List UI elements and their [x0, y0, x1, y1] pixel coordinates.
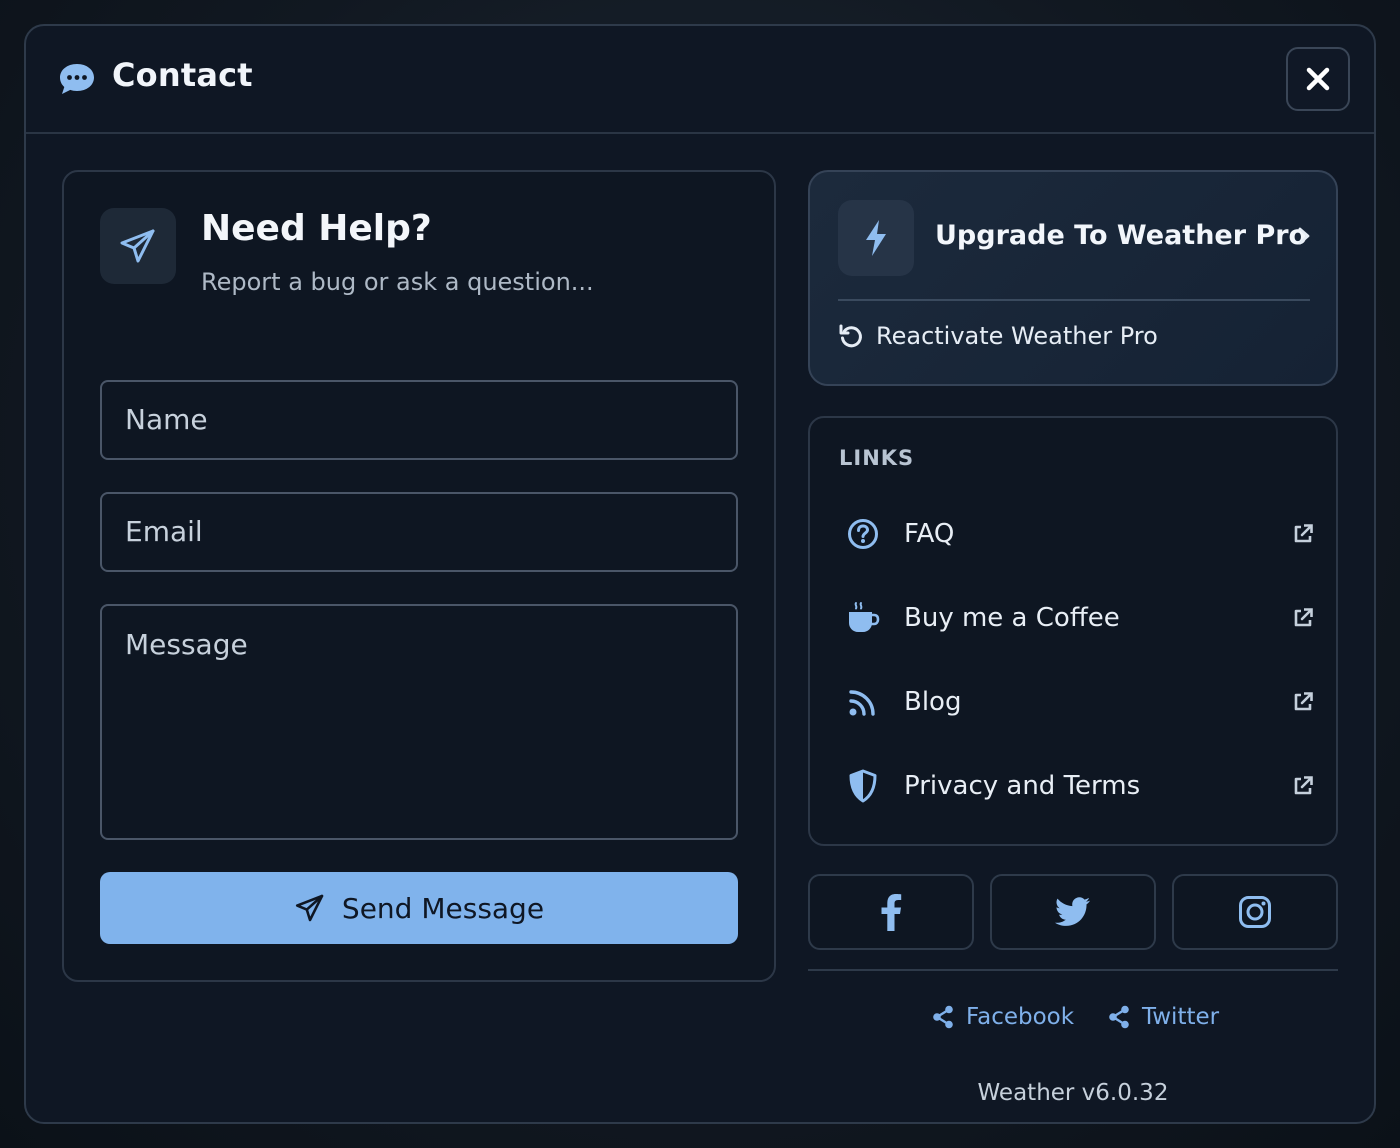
contact-modal: Contact Need Help? Report a bug or ask a…: [24, 24, 1376, 1124]
chat-bubble-icon: [60, 64, 94, 94]
link-privacy-terms[interactable]: Privacy and Terms: [830, 754, 1318, 818]
links-heading: LINKS: [839, 446, 915, 470]
external-link-icon: [1294, 524, 1313, 543]
share-icon: [933, 1005, 953, 1029]
close-icon: [1306, 67, 1330, 91]
shield-icon: [849, 769, 877, 803]
external-link-icon: [1294, 776, 1313, 795]
instagram-icon: [1239, 896, 1271, 928]
link-label: Blog: [904, 687, 962, 717]
paper-plane-icon: [295, 894, 324, 922]
link-faq[interactable]: FAQ: [830, 502, 1318, 566]
reactivate-label: Reactivate Weather Pro: [876, 322, 1158, 350]
close-button[interactable]: [1286, 47, 1350, 111]
share-icon: [1109, 1005, 1129, 1029]
reactivate-pro-button[interactable]: Reactivate Weather Pro: [838, 322, 1158, 350]
bolt-icon-box: [838, 200, 914, 276]
share-twitter-label: Twitter: [1142, 1004, 1220, 1030]
share-facebook-link[interactable]: Facebook: [932, 1004, 1074, 1030]
rss-icon: [849, 690, 875, 716]
upgrade-divider: [838, 299, 1310, 301]
instagram-button[interactable]: [1172, 874, 1338, 950]
chevron-right-icon[interactable]: [1296, 226, 1312, 246]
upgrade-card: Upgrade To Weather Pro Reactivate Weathe…: [808, 170, 1338, 386]
help-icon-box: [100, 208, 176, 284]
links-card: LINKS FAQ Buy me a Coffee Blog Privacy a…: [808, 416, 1338, 846]
send-message-button[interactable]: Send Message: [100, 872, 738, 944]
share-facebook-label: Facebook: [966, 1004, 1075, 1030]
bolt-icon: [866, 220, 886, 256]
share-twitter-link[interactable]: Twitter: [1108, 1004, 1219, 1030]
link-label: Privacy and Terms: [904, 771, 1141, 801]
version-label: Weather v6.0.32: [977, 1080, 1169, 1106]
link-label: Buy me a Coffee: [904, 603, 1120, 633]
footer-divider: [808, 969, 1338, 971]
help-subtitle: Report a bug or ask a question...: [201, 268, 594, 296]
question-circle-icon: [848, 519, 878, 549]
send-message-label: Send Message: [341, 891, 545, 925]
message-field[interactable]: Message: [100, 604, 738, 840]
facebook-icon: [881, 894, 902, 931]
email-field[interactable]: Email: [100, 492, 738, 572]
link-blog[interactable]: Blog: [830, 670, 1318, 734]
undo-icon: [839, 324, 862, 348]
help-title: Need Help?: [201, 208, 432, 249]
facebook-button[interactable]: [808, 874, 974, 950]
twitter-button[interactable]: [990, 874, 1156, 950]
paper-plane-icon: [120, 229, 155, 263]
external-link-icon: [1294, 692, 1313, 711]
help-card: Need Help? Report a bug or ask a questio…: [62, 170, 776, 982]
modal-header: Contact: [26, 26, 1374, 134]
twitter-icon: [1055, 897, 1090, 926]
upgrade-pro-button[interactable]: Upgrade To Weather Pro: [935, 220, 1307, 251]
modal-title: Contact: [112, 56, 253, 94]
name-field[interactable]: Name: [100, 380, 738, 460]
external-link-icon: [1294, 608, 1313, 627]
link-buy-coffee[interactable]: Buy me a Coffee: [830, 586, 1318, 650]
link-label: FAQ: [904, 519, 955, 549]
coffee-icon: [849, 602, 880, 632]
